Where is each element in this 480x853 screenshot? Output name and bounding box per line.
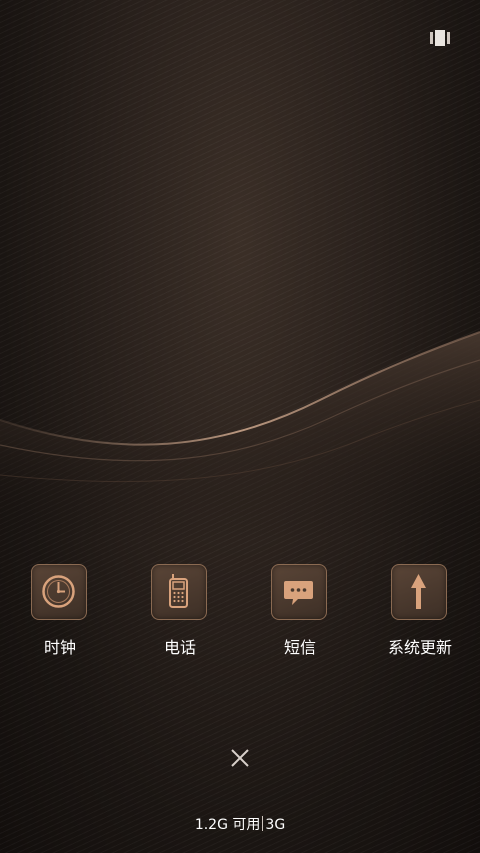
app-tile-phone[interactable] — [151, 564, 207, 620]
memory-total: 3G — [265, 817, 286, 833]
recent-apps-screen: 时钟 电话 短信 系统更新 1.2G 可用 3G — [0, 0, 480, 853]
memory-status: 1.2G 可用 3G — [0, 815, 480, 835]
app-tile-system-update[interactable] — [391, 564, 447, 620]
multiwindow-icon[interactable] — [430, 30, 450, 46]
message-icon — [284, 581, 313, 605]
app-label-system-update: 系统更新 — [387, 638, 452, 657]
close-icon — [231, 749, 249, 767]
app-label-messages: 短信 — [283, 638, 316, 657]
app-tile-clock[interactable] — [31, 564, 87, 620]
memory-available: 1.2G 可用 — [194, 817, 261, 833]
clock-icon — [42, 575, 75, 608]
close-all-button[interactable] — [228, 746, 252, 770]
recent-apps-row: 时钟 电话 短信 系统更新 — [0, 564, 480, 664]
memory-divider — [262, 816, 264, 831]
wallpaper-wave — [0, 331, 480, 540]
update-arrow-icon — [411, 574, 426, 609]
app-label-clock: 时钟 — [43, 638, 76, 657]
phone-icon — [169, 574, 188, 608]
app-label-phone: 电话 — [163, 638, 196, 657]
app-tile-messages[interactable] — [271, 564, 327, 620]
